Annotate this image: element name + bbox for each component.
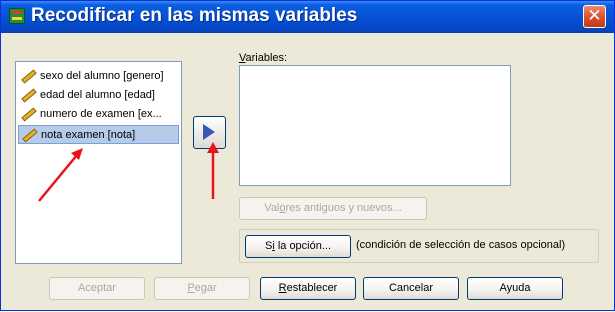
list-item-label: nota examen [nota] — [41, 129, 136, 141]
list-item-label: numero de examen [ex... — [40, 108, 162, 120]
title-bar[interactable]: Recodificar en las mismas variables ✕ — [1, 1, 614, 33]
if-button[interactable]: Si la opción... — [245, 235, 351, 258]
if-condition-description: (condición de selección de casos opciona… — [356, 239, 566, 251]
ok-button[interactable]: Aceptar — [49, 277, 145, 300]
old-new-values-button[interactable]: Valores antiguos y nuevos... — [239, 197, 427, 220]
list-item-selected[interactable]: nota examen [nota] — [18, 125, 179, 144]
cancel-button[interactable]: Cancelar — [363, 277, 459, 300]
close-icon: ✕ — [587, 6, 602, 26]
scale-variable-icon — [20, 107, 37, 122]
paste-button[interactable]: Pegar — [154, 277, 250, 300]
source-variable-list[interactable]: sexo del alumno [genero] edad del alumno… — [15, 61, 182, 264]
annotation-arrow-button — [207, 142, 219, 199]
if-condition-group: Si la opción... (condición de selección … — [239, 229, 599, 263]
reset-button[interactable]: Restablecer — [260, 277, 356, 300]
recode-dialog: Recodificar en las mismas variables ✕ se… — [0, 0, 615, 311]
move-variable-button[interactable] — [193, 116, 226, 149]
close-button[interactable]: ✕ — [583, 5, 606, 28]
move-right-arrow-icon — [203, 124, 215, 140]
list-item-label: edad del alumno [edad] — [40, 89, 155, 101]
list-item-label: sexo del alumno [genero] — [40, 70, 164, 82]
scale-variable-icon — [20, 69, 37, 84]
target-variable-list[interactable] — [239, 65, 511, 186]
list-item[interactable]: edad del alumno [edad] — [18, 86, 179, 105]
scale-variable-icon — [21, 128, 38, 143]
scale-variable-icon — [20, 88, 37, 103]
list-item[interactable]: numero de examen [ex... — [18, 105, 179, 124]
help-button[interactable]: Ayuda — [467, 277, 563, 300]
window-title: Recodificar en las mismas variables — [31, 5, 358, 26]
list-item[interactable]: sexo del alumno [genero] — [18, 67, 179, 86]
variables-label: Variables: — [239, 52, 288, 64]
spss-app-icon — [9, 8, 25, 24]
